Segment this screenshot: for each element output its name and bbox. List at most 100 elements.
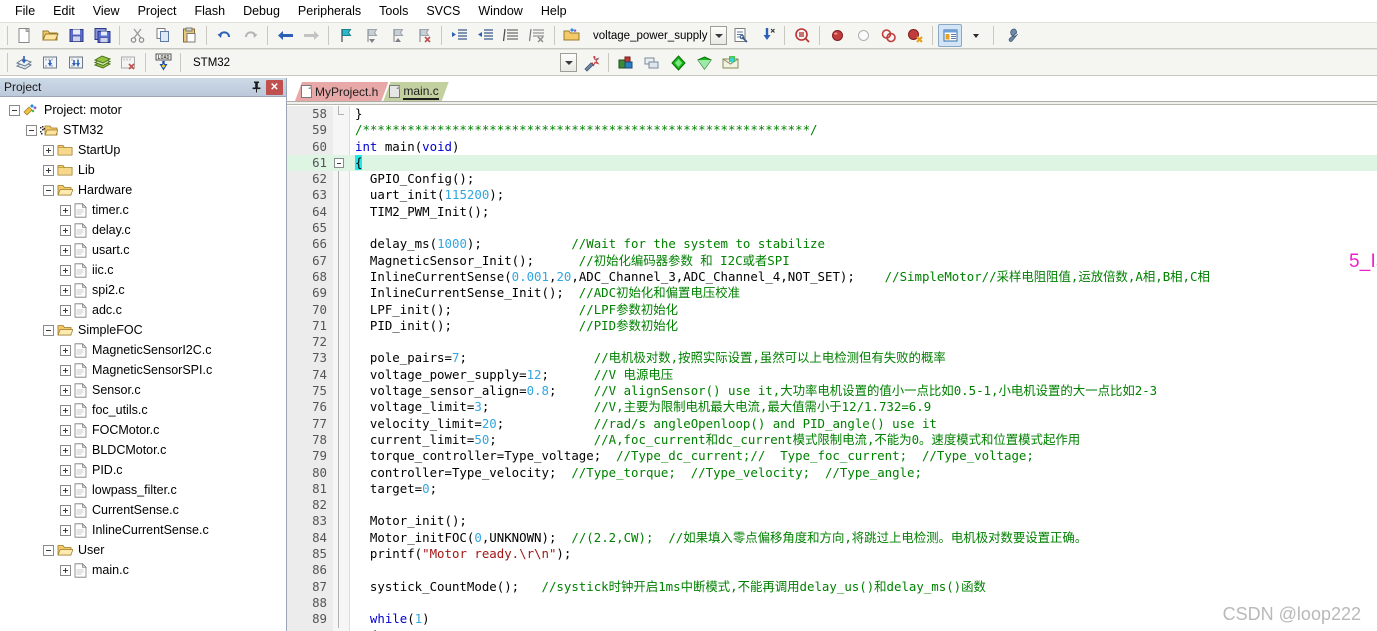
editor-tab-main-c[interactable]: main.c: [383, 82, 448, 101]
code-line[interactable]: 76 voltage_limit=3; //V,主要为限制电机最大电流,最大值需…: [287, 399, 1377, 416]
code-line[interactable]: 66 delay_ms(1000); //Wait for the system…: [287, 236, 1377, 253]
manage-run-environment-icon[interactable]: [718, 51, 742, 74]
tree-node[interactable]: usart.c: [0, 240, 286, 260]
tree-node[interactable]: adc.c: [0, 300, 286, 320]
tree-node[interactable]: CurrentSense.c: [0, 500, 286, 520]
expand-icon[interactable]: [60, 364, 71, 376]
editor-tab-myproject-h[interactable]: MyProject.h: [295, 82, 388, 101]
navigate-back-icon[interactable]: [273, 24, 297, 47]
tree-node[interactable]: timer.c: [0, 200, 286, 220]
collapse-icon[interactable]: [43, 544, 54, 556]
expand-icon[interactable]: [60, 384, 71, 396]
save-icon[interactable]: [64, 24, 88, 47]
menu-item-edit[interactable]: Edit: [44, 2, 84, 20]
menu-item-project[interactable]: Project: [129, 2, 186, 20]
target-combo-input[interactable]: STM32: [187, 53, 557, 73]
expand-icon[interactable]: [60, 264, 71, 276]
multi-project-icon[interactable]: [640, 51, 664, 74]
expand-icon[interactable]: [60, 484, 71, 496]
menu-item-file[interactable]: File: [6, 2, 44, 20]
kill-all-breakpoints-icon[interactable]: [877, 24, 901, 47]
bookmark-prev-icon[interactable]: [360, 24, 384, 47]
toolbar-gripper[interactable]: [4, 53, 8, 72]
insert-breakpoint-icon[interactable]: [825, 24, 849, 47]
target-options-icon[interactable]: [579, 51, 603, 74]
bookmark-next-icon[interactable]: [386, 24, 410, 47]
expand-icon[interactable]: [60, 284, 71, 296]
rebuild-icon[interactable]: [64, 51, 88, 74]
tree-node[interactable]: STM32: [0, 120, 286, 140]
code-line[interactable]: 73 pole_pairs=7; //电机极对数,按照实际设置,虽然可以上电检测…: [287, 350, 1377, 367]
expand-icon[interactable]: [60, 304, 71, 316]
code-line[interactable]: 78 current_limit=50; //A,foc_current和dc_…: [287, 431, 1377, 449]
configure-toolbars-icon[interactable]: [999, 24, 1023, 47]
tree-node[interactable]: Lib: [0, 160, 286, 180]
build-icon[interactable]: [38, 51, 62, 74]
cut-icon[interactable]: [125, 24, 149, 47]
code-line[interactable]: 90 {: [287, 628, 1377, 631]
menu-item-debug[interactable]: Debug: [234, 2, 289, 20]
expand-icon[interactable]: [60, 464, 71, 476]
manage-windows-dropdown-icon[interactable]: [964, 24, 988, 47]
tree-node[interactable]: Hardware: [0, 180, 286, 200]
download-icon[interactable]: LOAD: [151, 51, 175, 74]
disable-all-breakpoints-icon[interactable]: [903, 24, 927, 47]
batch-build-icon[interactable]: [90, 51, 114, 74]
manage-windows-icon[interactable]: [938, 24, 963, 47]
code-line[interactable]: 67 MagneticSensor_Init(); //初始化编码器参数 和 I…: [287, 252, 1377, 269]
expand-icon[interactable]: [60, 344, 71, 356]
menu-item-peripherals[interactable]: Peripherals: [289, 2, 370, 20]
editor-body[interactable]: 58} 59/**********************************…: [287, 101, 1377, 631]
code-line[interactable]: 89 while(1): [287, 611, 1377, 628]
code-line[interactable]: 70 LPF_init(); //LPF参数初始化: [287, 301, 1377, 318]
expand-icon[interactable]: [60, 444, 71, 456]
paste-icon[interactable]: [177, 24, 201, 47]
tree-node[interactable]: main.c: [0, 560, 286, 580]
tree-node[interactable]: InlineCurrentSense.c: [0, 520, 286, 540]
tree-node[interactable]: SimpleFOC: [0, 320, 286, 340]
browse-symbol-icon[interactable]: [560, 24, 584, 47]
code-line[interactable]: 59 /*************************************…: [287, 122, 1377, 138]
code-area[interactable]: 58} 59/**********************************…: [287, 106, 1377, 631]
redo-icon[interactable]: [238, 24, 262, 47]
pack-installer-icon[interactable]: [692, 51, 716, 74]
expand-icon[interactable]: [60, 424, 71, 436]
menu-item-tools[interactable]: Tools: [370, 2, 417, 20]
navigate-forward-icon[interactable]: [299, 24, 323, 47]
save-all-icon[interactable]: [90, 24, 114, 47]
code-line[interactable]: 79 torque_controller=Type_voltage; //Typ…: [287, 448, 1377, 465]
toolbar-gripper[interactable]: [4, 26, 8, 45]
code-line[interactable]: 86: [287, 562, 1377, 579]
tree-node[interactable]: User: [0, 540, 286, 560]
menu-item-window[interactable]: Window: [469, 2, 531, 20]
fold-toggle-icon[interactable]: [334, 157, 344, 168]
tree-node[interactable]: FOCMotor.c: [0, 420, 286, 440]
collapse-icon[interactable]: [43, 184, 54, 196]
code-line[interactable]: 58}: [287, 106, 1377, 122]
source-browse-icon[interactable]: [666, 51, 690, 74]
code-line[interactable]: 65: [287, 220, 1377, 237]
expand-icon[interactable]: [60, 524, 71, 536]
tree-node[interactable]: MagneticSensorSPI.c: [0, 360, 286, 380]
open-file-icon[interactable]: [38, 24, 62, 47]
new-file-icon[interactable]: [12, 24, 36, 47]
project-tree[interactable]: Project: motor STM32 StartUp Lib Hardware tim…: [0, 97, 286, 631]
target-combo-arrow[interactable]: [560, 53, 577, 72]
code-line[interactable]: 69 InlineCurrentSense_Init(); //ADC初始化和偏…: [287, 285, 1377, 302]
tree-node[interactable]: Sensor.c: [0, 380, 286, 400]
outdent-icon[interactable]: [473, 24, 497, 47]
translate-icon[interactable]: [12, 51, 36, 74]
code-line[interactable]: 61 {: [287, 154, 1377, 172]
code-line[interactable]: 75 voltage_sensor_align=0.8; //V alignSe…: [287, 383, 1377, 400]
tree-node[interactable]: foc_utils.c: [0, 400, 286, 420]
indent-icon[interactable]: [447, 24, 471, 47]
code-line[interactable]: 60 int main(void): [287, 139, 1377, 155]
find-in-files-icon[interactable]: [729, 24, 753, 47]
code-line[interactable]: 84 Motor_initFOC(0,UNKNOWN); //(2.2,CW);…: [287, 529, 1377, 547]
menu-item-view[interactable]: View: [84, 2, 129, 20]
code-line[interactable]: 64 TIM2_PWM_Init();: [287, 203, 1377, 221]
code-lines[interactable]: 58} 59/**********************************…: [287, 106, 1377, 631]
code-line[interactable]: 74 voltage_power_supply=12; //V 电源电压: [287, 366, 1377, 384]
code-line[interactable]: 62 GPIO_Config();: [287, 171, 1377, 188]
tree-node[interactable]: PID.c: [0, 460, 286, 480]
